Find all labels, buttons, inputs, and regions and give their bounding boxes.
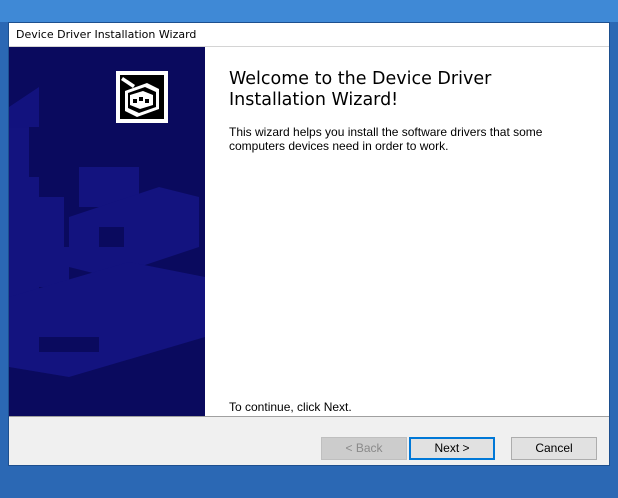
continue-hint: To continue, click Next. [229, 400, 352, 414]
wizard-content: Welcome to the Device Driver Installatio… [205, 47, 609, 416]
cancel-button[interactable]: Cancel [511, 437, 597, 460]
window-frame-top [0, 0, 618, 22]
wizard-window: Device Driver Installation Wizard Welcom… [8, 22, 610, 466]
title-bar[interactable]: Device Driver Installation Wizard [9, 23, 609, 47]
window-title: Device Driver Installation Wizard [16, 28, 197, 41]
wizard-banner [9, 47, 205, 416]
button-bar: < Back Next > Cancel [9, 416, 609, 465]
back-button[interactable]: < Back [321, 437, 407, 460]
next-button[interactable]: Next > [409, 437, 495, 460]
intro-text: This wizard helps you install the softwa… [229, 125, 543, 153]
driver-box-icon [116, 71, 168, 123]
welcome-heading: Welcome to the Device Driver Installatio… [229, 69, 492, 110]
banner-graphic [9, 47, 205, 416]
